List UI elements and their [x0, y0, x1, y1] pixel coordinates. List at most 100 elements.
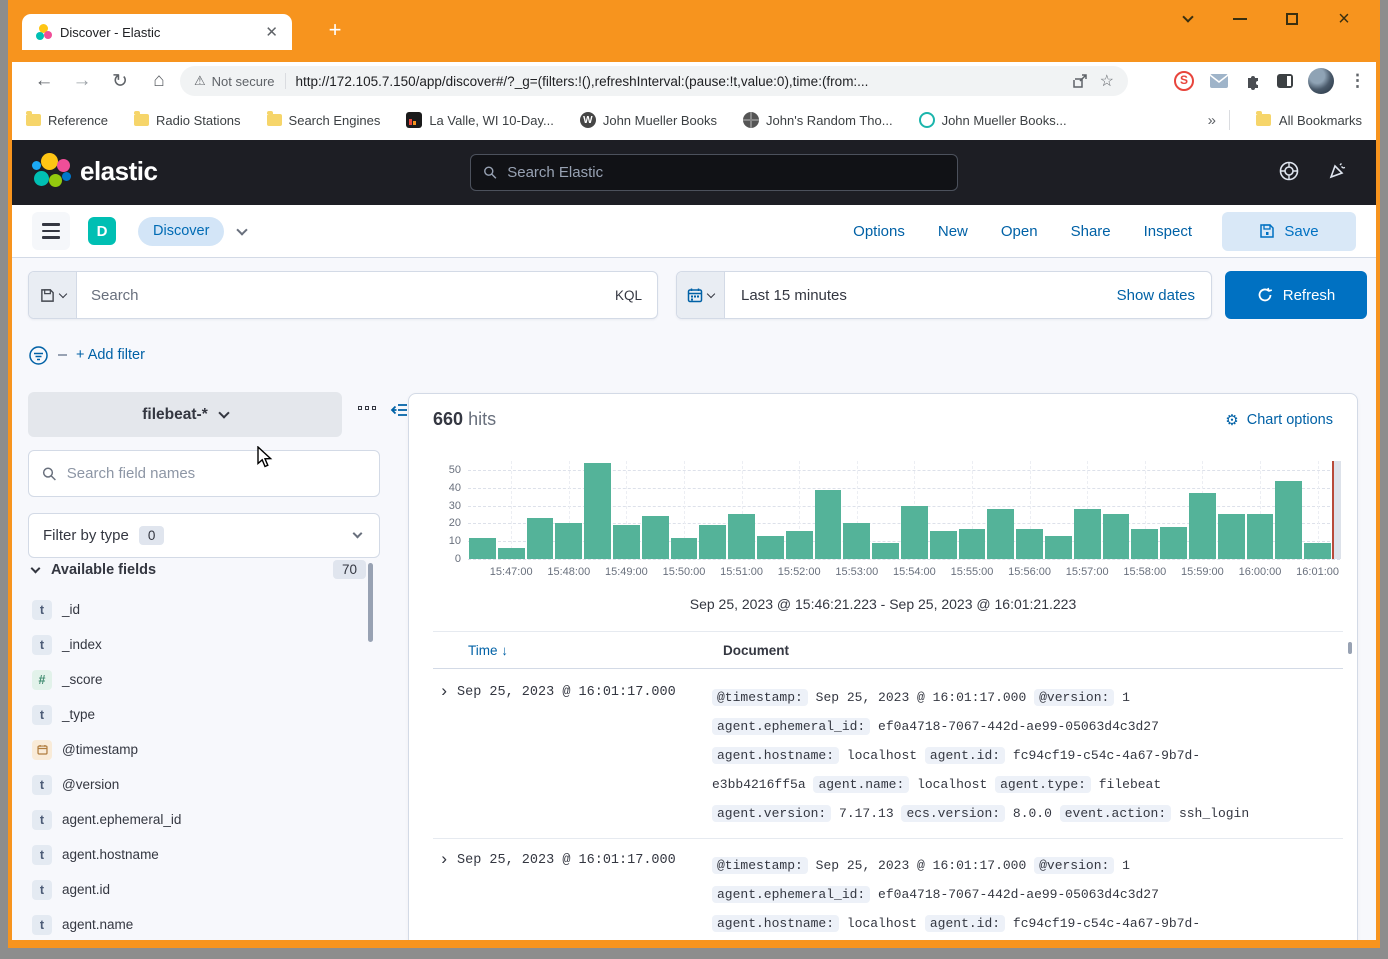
profile-avatar[interactable] [1308, 68, 1334, 94]
field-item[interactable]: tagent.hostname [28, 837, 368, 872]
histogram-bar[interactable] [671, 538, 698, 559]
bookmark-item[interactable]: WJohn Mueller Books [580, 112, 717, 128]
histogram-bar[interactable] [1160, 527, 1187, 559]
histogram-bar[interactable] [872, 543, 899, 559]
histogram-bar[interactable] [613, 525, 640, 559]
extension-mail-icon[interactable] [1209, 73, 1229, 89]
column-time[interactable]: Time ↓ [468, 643, 723, 658]
doc-field-key[interactable]: @version: [1034, 857, 1114, 874]
histogram-bar[interactable] [815, 490, 842, 559]
field-item[interactable]: @timestamp [28, 732, 368, 767]
histogram-bar[interactable] [1189, 493, 1216, 559]
expand-row-icon[interactable]: › [433, 851, 457, 940]
histogram-bar[interactable] [1131, 529, 1158, 559]
histogram-bar[interactable] [498, 548, 525, 559]
filter-icon[interactable] [28, 345, 49, 366]
action-open[interactable]: Open [1001, 223, 1038, 240]
histogram-bar[interactable] [843, 523, 870, 559]
filter-by-type-select[interactable]: Filter by type 0 [28, 513, 380, 558]
histogram-bar[interactable] [757, 536, 784, 559]
field-item[interactable]: t_type [28, 697, 368, 732]
histogram-bar[interactable] [584, 463, 611, 559]
histogram-bar[interactable] [1275, 481, 1302, 559]
expand-row-icon[interactable]: › [433, 683, 457, 828]
show-dates-link[interactable]: Show dates [1117, 272, 1211, 318]
url-bar[interactable]: ⚠ Not secure http://172.105.7.150/app/di… [180, 66, 1128, 96]
search-input[interactable] [77, 272, 600, 318]
histogram-bar[interactable] [527, 518, 554, 559]
chevron-down-icon[interactable] [237, 224, 248, 235]
doc-field-key[interactable]: agent.type: [995, 776, 1091, 793]
histogram-bar[interactable] [1304, 543, 1331, 559]
back-icon[interactable]: ← [26, 62, 62, 100]
global-search[interactable] [470, 154, 958, 191]
histogram-bar[interactable] [1074, 509, 1101, 559]
browser-tab[interactable]: Discover - Elastic ✕ [22, 14, 292, 50]
histogram-bar[interactable] [901, 506, 928, 559]
elastic-logo-icon[interactable] [32, 153, 72, 191]
action-new[interactable]: New [938, 223, 968, 240]
action-options[interactable]: Options [853, 223, 905, 240]
sort-down-icon[interactable]: ↓ [501, 643, 508, 658]
bookmark-star-icon[interactable]: ☆ [1100, 71, 1114, 91]
field-item[interactable]: t_index [28, 627, 368, 662]
doc-field-key[interactable]: ecs.version: [901, 805, 1005, 822]
saved-query-menu-button[interactable] [29, 272, 77, 318]
bookmarks-overflow-icon[interactable]: » [1208, 112, 1216, 129]
window-minimize-icon[interactable] [1214, 4, 1266, 34]
histogram-bar[interactable] [959, 529, 986, 559]
histogram-bar[interactable] [930, 531, 957, 560]
refresh-button[interactable]: Refresh [1225, 271, 1367, 319]
doc-field-key[interactable]: @version: [1034, 689, 1114, 706]
doc-field-key[interactable]: agent.id: [925, 915, 1005, 932]
field-search-input[interactable] [67, 465, 366, 482]
date-picker-menu-button[interactable] [677, 272, 725, 318]
doc-field-key[interactable]: agent.hostname: [712, 915, 839, 932]
doc-field-key[interactable]: agent.ephemeral_id: [712, 718, 870, 735]
doc-field-key[interactable]: event.action: [1060, 805, 1171, 822]
bookmark-item[interactable]: Search Engines [267, 113, 381, 128]
collapse-sidebar-icon[interactable] [390, 402, 408, 423]
news-feed-icon[interactable] [1326, 160, 1348, 187]
doc-field-key[interactable]: agent.version: [712, 805, 831, 822]
menu-hamburger-icon[interactable] [32, 212, 70, 250]
help-icon[interactable] [1278, 160, 1300, 187]
add-filter-link[interactable]: + Add filter [76, 347, 145, 363]
breadcrumb-discover[interactable]: Discover [138, 217, 224, 246]
doc-field-key[interactable]: @timestamp: [712, 689, 808, 706]
histogram-bar[interactable] [728, 514, 755, 559]
reload-icon[interactable]: ↻ [102, 62, 138, 100]
histogram-bar[interactable] [699, 525, 726, 559]
action-share[interactable]: Share [1071, 223, 1111, 240]
kql-button[interactable]: KQL [600, 272, 657, 318]
table-vertical-scrollbar[interactable] [1348, 642, 1352, 654]
tab-close-icon[interactable]: ✕ [261, 23, 282, 41]
histogram-bar[interactable] [642, 516, 669, 559]
action-inspect[interactable]: Inspect [1144, 223, 1192, 240]
histogram-bar[interactable] [1016, 529, 1043, 559]
sidebar-scrollbar[interactable] [368, 563, 373, 642]
field-item[interactable]: tagent.ephemeral_id [28, 802, 368, 837]
doc-field-key[interactable]: agent.name: [813, 776, 909, 793]
all-bookmarks[interactable]: All Bookmarks [1256, 113, 1362, 128]
bookmark-item[interactable]: Reference [26, 113, 108, 128]
space-badge[interactable]: D [88, 217, 116, 245]
histogram-bar[interactable] [1045, 536, 1072, 559]
extension-s-icon[interactable]: S [1174, 71, 1194, 91]
bookmark-item[interactable]: John's Random Tho... [743, 112, 893, 128]
doc-field-key[interactable]: agent.id: [925, 747, 1005, 764]
window-maximize-icon[interactable] [1266, 4, 1318, 34]
new-tab-button[interactable]: + [320, 16, 350, 46]
bookmark-item[interactable]: John Mueller Books... [919, 112, 1067, 128]
browser-menu-icon[interactable]: ⋮ [1349, 71, 1366, 91]
window-close-icon[interactable]: × [1318, 4, 1370, 34]
chart-options-link[interactable]: ⚙ Chart options [1225, 411, 1333, 429]
index-pattern-select[interactable]: filebeat-* [28, 392, 342, 437]
doc-field-key[interactable]: agent.ephemeral_id: [712, 886, 870, 903]
field-item[interactable]: #_score [28, 662, 368, 697]
histogram-bar[interactable] [987, 509, 1014, 559]
histogram-bar[interactable] [555, 523, 582, 559]
global-search-input[interactable] [507, 164, 945, 181]
save-button[interactable]: Save [1222, 212, 1356, 251]
doc-field-key[interactable]: agent.hostname: [712, 747, 839, 764]
